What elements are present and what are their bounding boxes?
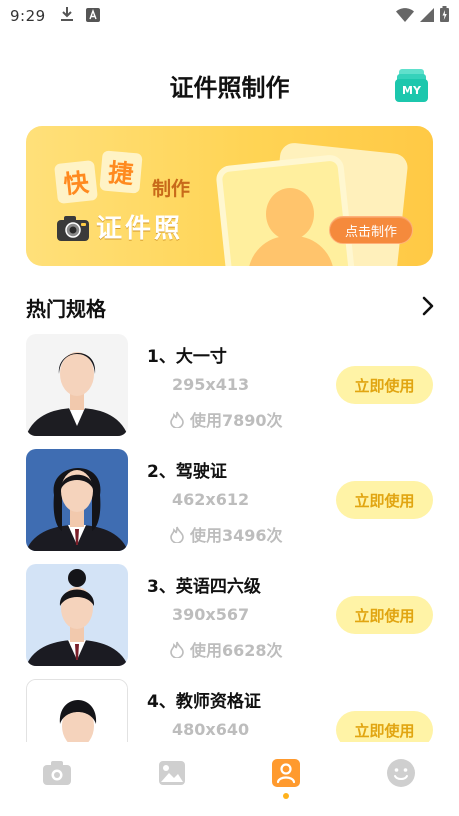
signal-icon [420, 7, 434, 26]
item-usage: 使用7890次 [170, 407, 283, 431]
item-size: 390x567 [172, 605, 250, 624]
active-tab-indicator [283, 793, 289, 799]
a-icon [85, 7, 100, 26]
use-now-button[interactable]: 立即使用 [336, 596, 433, 634]
status-right-icons [396, 6, 449, 26]
status-bar: 9:29 [0, 0, 459, 32]
id-photo-thumbnail [26, 334, 128, 436]
id-photo-thumbnail [26, 679, 128, 742]
item-usage: 使用3496次 [170, 522, 283, 546]
item-usage: 使用6628次 [170, 637, 283, 661]
item-size: 462x612 [172, 490, 250, 509]
smiley-icon [387, 759, 415, 787]
item-name: 2、驾驶证 [147, 462, 227, 482]
battery-icon [440, 6, 449, 26]
spec-list: 1、大一寸 295x413 使用7890次 立即使用 2、驾驶证 462x612 [0, 334, 459, 742]
banner-silhouette-head [266, 188, 314, 240]
download-icon [60, 6, 74, 26]
camera-illustration-icon [56, 212, 90, 242]
promo-banner[interactable]: 快 捷 制作 证件照 点击制作 [26, 126, 433, 266]
id-photo-thumbnail [26, 449, 128, 551]
item-size: 480x640 [172, 720, 250, 739]
item-usage-text: 使用6628次 [190, 641, 283, 660]
id-photo-thumbnail [26, 564, 128, 666]
id-photo-tab[interactable] [271, 758, 301, 788]
fire-icon [170, 641, 184, 658]
profile-tab[interactable] [386, 758, 416, 788]
list-item[interactable]: 1、大一寸 295x413 使用7890次 立即使用 [0, 334, 459, 438]
list-item[interactable]: 4、教师资格证 480x640 立即使用 [0, 679, 459, 742]
id-photo-icon [272, 759, 300, 787]
item-usage-text: 使用3496次 [190, 526, 283, 545]
list-item[interactable]: 3、英语四六级 390x567 使用6628次 立即使用 [0, 564, 459, 668]
use-now-button[interactable]: 立即使用 [336, 711, 433, 742]
gallery-tab[interactable] [157, 758, 187, 788]
use-now-button[interactable]: 立即使用 [336, 481, 433, 519]
fire-icon [170, 526, 184, 543]
section-title: 热门规格 [26, 297, 106, 321]
banner-cta-button[interactable]: 点击制作 [329, 216, 413, 244]
my-button-label: MY [395, 79, 428, 102]
status-time: 9:29 [10, 7, 46, 25]
fire-icon [170, 411, 184, 428]
banner-tag-kuai: 快 [54, 160, 98, 204]
item-name: 3、英语四六级 [147, 577, 261, 597]
gallery-icon [159, 761, 185, 785]
item-name: 4、教师资格证 [147, 692, 261, 712]
banner-subtitle: 制作 [152, 178, 191, 200]
bottom-nav [0, 742, 459, 816]
list-item[interactable]: 2、驾驶证 462x612 使用3496次 立即使用 [0, 449, 459, 553]
status-left-icons [60, 6, 100, 26]
page-title: 证件照制作 [169, 74, 290, 102]
item-name: 1、大一寸 [147, 347, 227, 367]
my-button[interactable]: MY [395, 69, 428, 102]
chevron-right-icon[interactable] [418, 294, 438, 318]
banner-tag-jie: 捷 [99, 150, 143, 194]
camera-icon [43, 761, 71, 785]
camera-tab[interactable] [42, 758, 72, 788]
item-usage-text: 使用7890次 [190, 411, 283, 430]
item-size: 295x413 [172, 375, 250, 394]
banner-main-text: 证件照 [96, 214, 184, 244]
use-now-button[interactable]: 立即使用 [336, 366, 433, 404]
wifi-icon [396, 7, 414, 26]
